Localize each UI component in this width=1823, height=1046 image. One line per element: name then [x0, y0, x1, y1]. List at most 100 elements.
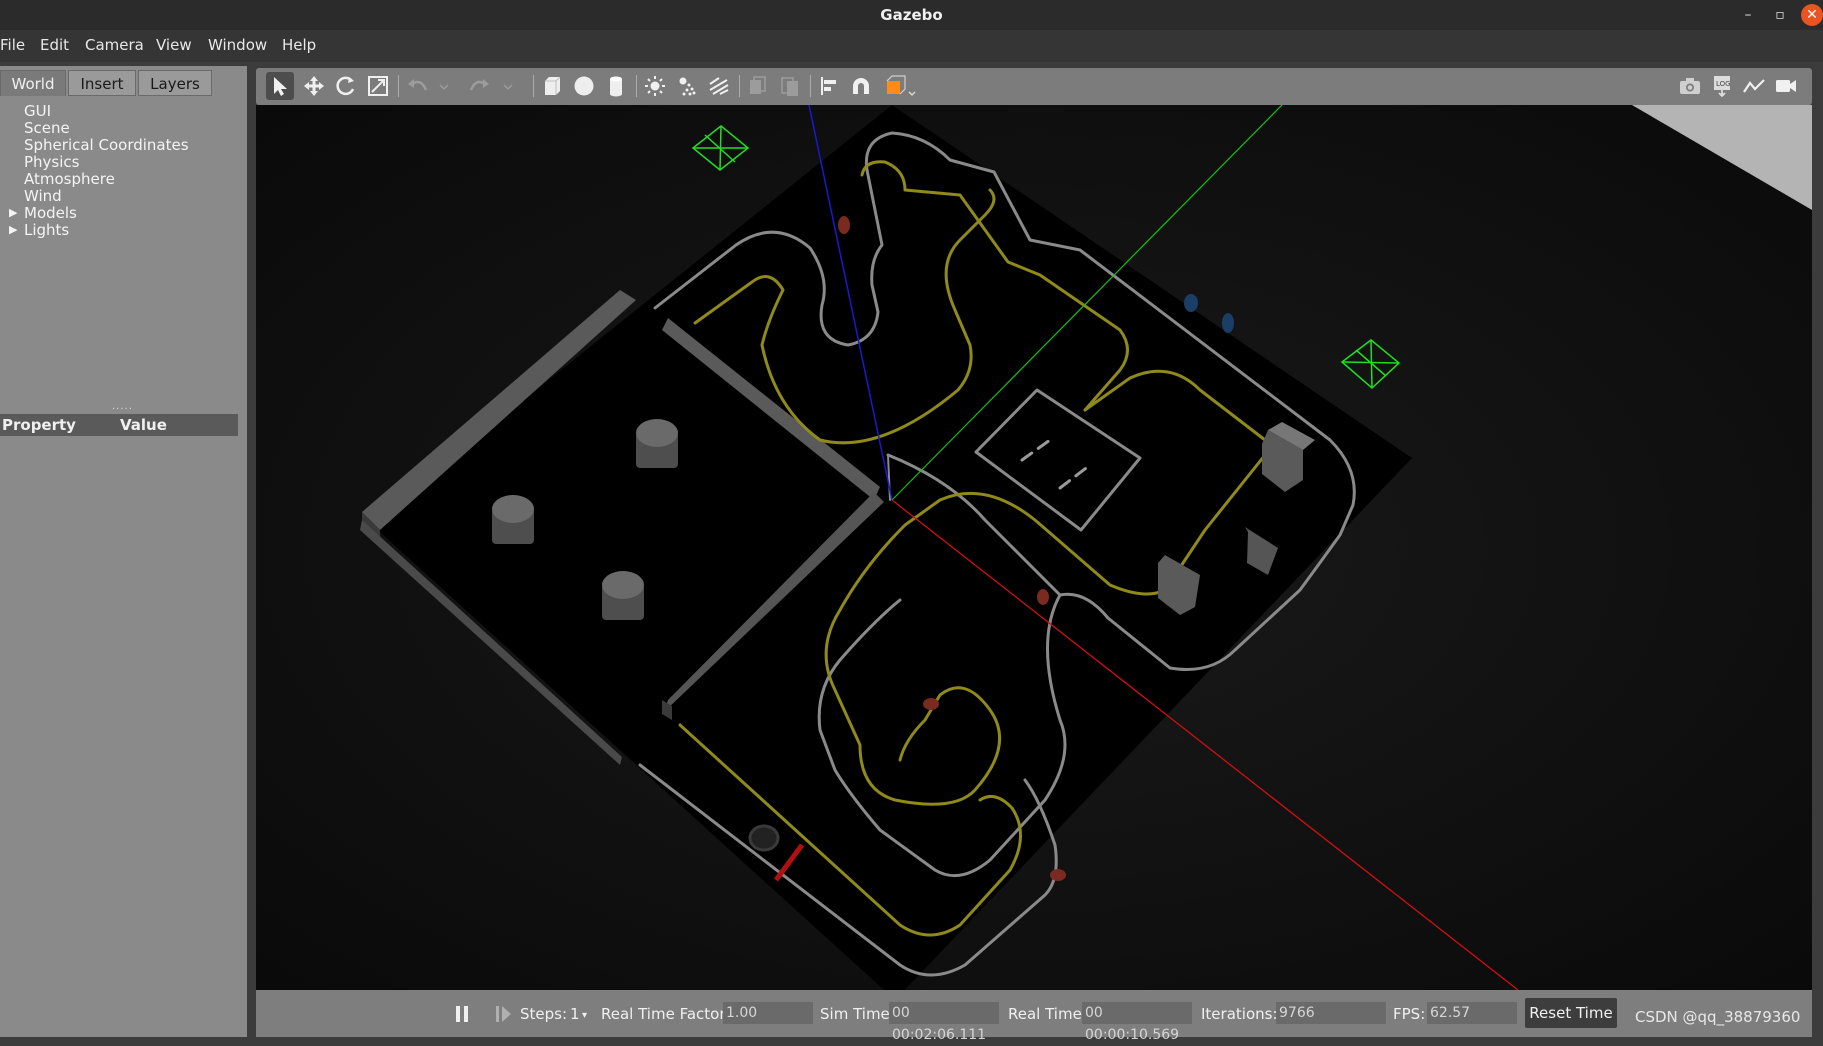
- close-button[interactable]: ✕: [1801, 4, 1823, 26]
- steps-label: Steps:: [520, 1005, 568, 1023]
- scene-render[interactable]: [256, 105, 1812, 990]
- toolbar-separator: [810, 75, 811, 97]
- log-icon: LOG: [1714, 76, 1731, 98]
- redo-button[interactable]: [466, 72, 494, 100]
- expand-arrow-icon[interactable]: ▶: [9, 223, 17, 236]
- undo-button[interactable]: [403, 72, 431, 100]
- redo-icon: [469, 79, 489, 91]
- spot-light-button[interactable]: [673, 72, 701, 100]
- toolbar-separator: [533, 75, 534, 97]
- toolbar-separator: [398, 75, 399, 97]
- box-shape-button[interactable]: [538, 72, 566, 100]
- tree-item-atmosphere[interactable]: Atmosphere: [24, 170, 115, 188]
- rotate-mode-button[interactable]: [332, 72, 360, 100]
- window-title: Gazebo: [880, 6, 943, 24]
- tree-item-lights[interactable]: Lights: [24, 221, 69, 239]
- step-icon: [496, 1006, 511, 1022]
- chevron-down-icon: [503, 84, 513, 91]
- rtf-field: 1.00: [723, 1002, 813, 1024]
- rtf-label: Real Time Factor:: [601, 1005, 731, 1023]
- snap-button[interactable]: [847, 72, 875, 100]
- menu-bar: [0, 30, 1823, 62]
- tree-item-spherical-coordinates[interactable]: Spherical Coordinates: [24, 136, 189, 154]
- scene-viewport[interactable]: [256, 105, 1812, 990]
- menu-view[interactable]: View: [156, 36, 192, 54]
- chevron-down-icon: [439, 84, 449, 91]
- view-angle-button[interactable]: [883, 72, 919, 100]
- align-icon: [821, 77, 836, 95]
- reset-time-button[interactable]: Reset Time: [1525, 998, 1617, 1028]
- cylinder-icon: [610, 76, 622, 97]
- menu-edit[interactable]: Edit: [40, 36, 69, 54]
- plot-button[interactable]: [1740, 72, 1768, 100]
- sim-time-label: Sim Time:: [820, 1005, 895, 1023]
- toolbar-separator: [739, 75, 740, 97]
- view-angle-icon: [886, 75, 916, 96]
- minimize-button[interactable]: –: [1737, 4, 1759, 26]
- translate-icon: [304, 76, 324, 96]
- tree-item-wind[interactable]: Wind: [24, 187, 62, 205]
- directional-light-button[interactable]: [705, 72, 733, 100]
- iterations-label: Iterations:: [1201, 1005, 1278, 1023]
- real-time-field: 00 00:00:10.569: [1082, 1002, 1192, 1043]
- pause-button[interactable]: [450, 1001, 476, 1027]
- menu-help[interactable]: Help: [282, 36, 316, 54]
- tree-item-physics[interactable]: Physics: [24, 153, 79, 171]
- scale-mode-button[interactable]: [364, 72, 392, 100]
- point-light-icon: [645, 76, 665, 96]
- step-button[interactable]: [490, 1001, 516, 1027]
- menu-window[interactable]: Window: [208, 36, 267, 54]
- tree-item-scene[interactable]: Scene: [24, 119, 70, 137]
- sphere-shape-button[interactable]: [570, 72, 598, 100]
- property-column-header: Property: [2, 416, 76, 434]
- screenshot-button[interactable]: [1676, 72, 1704, 100]
- plot-icon: [1743, 79, 1765, 93]
- tree-item-models[interactable]: Models: [24, 204, 77, 222]
- real-time-label: Real Time:: [1008, 1005, 1087, 1023]
- maximize-button[interactable]: ▫: [1769, 4, 1791, 26]
- paste-icon: [781, 77, 798, 96]
- watermark-text: CSDN @qq_38879360: [1635, 1008, 1801, 1026]
- right-panel-collapsed[interactable]: [1812, 66, 1823, 1037]
- log-button[interactable]: LOG: [1708, 72, 1736, 100]
- scale-icon: [368, 76, 388, 96]
- translate-mode-button[interactable]: [300, 72, 328, 100]
- cylinder-shape-button[interactable]: [602, 72, 630, 100]
- svg-text:LOG: LOG: [1716, 80, 1731, 88]
- snap-icon: [853, 78, 869, 94]
- rotate-icon: [336, 76, 355, 96]
- tab-layers[interactable]: Layers: [138, 70, 212, 96]
- box-icon: [545, 76, 561, 95]
- sphere-icon: [574, 76, 594, 96]
- paste-button[interactable]: [776, 72, 804, 100]
- align-button[interactable]: [815, 72, 843, 100]
- record-icon: [1776, 80, 1796, 92]
- menu-camera[interactable]: Camera: [85, 36, 144, 54]
- expand-arrow-icon[interactable]: ▶: [9, 206, 17, 219]
- tab-world[interactable]: World: [0, 70, 66, 96]
- screenshot-icon: [1680, 78, 1700, 94]
- steps-value[interactable]: 1: [570, 1005, 580, 1023]
- undo-dropdown[interactable]: [436, 72, 452, 100]
- directional-light-icon: [709, 77, 729, 95]
- tree-item-gui[interactable]: GUI: [24, 102, 51, 120]
- spot-light-icon: [679, 77, 696, 96]
- copy-icon: [750, 76, 766, 94]
- chevron-down-icon[interactable]: ▾: [582, 1010, 587, 1021]
- sim-time-field: 00 00:02:06.111: [889, 1002, 999, 1043]
- tab-insert[interactable]: Insert: [68, 70, 136, 96]
- menu-file[interactable]: File: [0, 36, 25, 54]
- toolbar-separator: [636, 75, 637, 97]
- fps-field: 62.57: [1427, 1002, 1517, 1024]
- record-video-button[interactable]: [1772, 72, 1800, 100]
- point-light-button[interactable]: [641, 72, 669, 100]
- select-mode-button[interactable]: [266, 72, 294, 100]
- fps-label: FPS:: [1393, 1005, 1426, 1023]
- undo-icon: [408, 79, 428, 91]
- redo-dropdown[interactable]: [500, 72, 516, 100]
- value-column-header: Value: [120, 416, 167, 434]
- pause-icon: [456, 1006, 468, 1022]
- copy-button[interactable]: [744, 72, 772, 100]
- iterations-field: 9766: [1276, 1002, 1386, 1024]
- select-icon: [274, 77, 287, 96]
